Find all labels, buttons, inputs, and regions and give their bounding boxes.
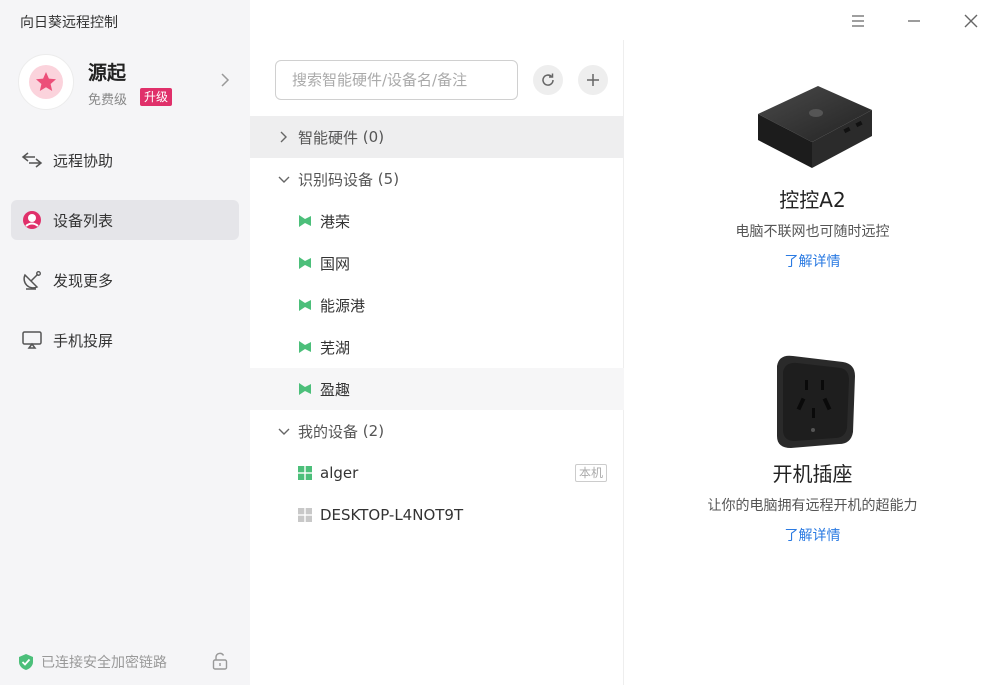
close-button[interactable]: [958, 8, 984, 34]
nav-item-screen-mirror[interactable]: 手机投屏: [11, 320, 239, 360]
nav-label: 远程协助: [53, 151, 114, 170]
group-label: 我的设备: [298, 422, 359, 441]
discover-icon: [21, 269, 43, 291]
promo-desc: 电脑不联网也可随时远控: [735, 224, 890, 240]
refresh-icon: [542, 73, 554, 86]
group-label: 智能硬件: [298, 128, 359, 147]
search-input[interactable]: [275, 60, 518, 100]
group-count: (0): [362, 128, 385, 146]
device-name: 芜湖: [320, 338, 351, 357]
box-device-image: [757, 86, 872, 168]
chevron-down-icon: [278, 428, 290, 435]
device-name: 能源港: [320, 296, 366, 315]
learn-more-link[interactable]: 了解详情: [785, 525, 841, 545]
refresh-button[interactable]: [533, 65, 563, 95]
device-name: 港荣: [320, 212, 351, 231]
group-count: (2): [362, 422, 385, 440]
chevron-right-icon[interactable]: [220, 72, 230, 88]
app-title: 向日葵远程控制: [20, 15, 118, 31]
nav-label: 设备列表: [53, 211, 114, 230]
user-tier: 免费级: [88, 93, 128, 108]
avatar[interactable]: [18, 54, 74, 110]
device-row[interactable]: alger 本机: [250, 452, 624, 494]
flag-icon: [299, 257, 311, 269]
upgrade-badge[interactable]: 升级: [140, 88, 173, 106]
promo-card-a2: 控控A2 电脑不联网也可随时远控 了解详情: [625, 80, 1000, 271]
group-count: (5): [377, 170, 400, 188]
nav-label: 发现更多: [53, 271, 114, 290]
flag-icon: [299, 383, 311, 395]
minimize-icon: [908, 20, 920, 22]
nav-label: 手机投屏: [53, 331, 114, 350]
group-label: 识别码设备: [298, 170, 374, 189]
add-device-button[interactable]: [578, 65, 608, 95]
plus-icon: [587, 74, 599, 86]
promo-title: 开机插座: [772, 462, 853, 486]
windows-icon: [298, 466, 312, 480]
device-name: DESKTOP-L4NOT9T: [320, 506, 464, 524]
flag-icon: [299, 215, 311, 227]
local-device-badge: 本机: [574, 464, 607, 482]
device-name: 盈趣: [320, 380, 351, 399]
device-row[interactable]: 港荣: [250, 200, 624, 242]
shield-check-icon: [19, 654, 33, 670]
close-icon: [964, 14, 978, 28]
smart-socket-image: [776, 355, 855, 448]
learn-more-link[interactable]: 了解详情: [785, 251, 841, 271]
user-profile[interactable]: 源起 免费级 升级: [18, 54, 238, 112]
flag-icon: [299, 299, 311, 311]
device-name: alger: [320, 464, 359, 482]
promo-card-socket: 开机插座 让你的电脑拥有远程开机的超能力 了解详情: [625, 350, 1000, 545]
promo-desc: 让你的电脑拥有远程开机的超能力: [707, 498, 918, 514]
device-row[interactable]: 国网: [250, 242, 624, 284]
chevron-right-icon: [280, 131, 287, 143]
sidebar: 向日葵远程控制 源起 免费级 升级 远程协助 设备列表 发现更多 手机投屏 已连…: [0, 0, 250, 685]
nav-item-device-list[interactable]: 设备列表: [11, 200, 239, 240]
minimize-button[interactable]: [901, 8, 927, 34]
user-name: 源起: [88, 62, 127, 84]
connection-status: 已连接安全加密链路: [18, 650, 233, 674]
hamburger-menu-icon: [852, 15, 864, 27]
unlock-icon[interactable]: [211, 652, 229, 670]
device-row[interactable]: 能源港: [250, 284, 624, 326]
device-row[interactable]: DESKTOP-L4NOT9T: [250, 494, 624, 536]
nav-item-remote-assist[interactable]: 远程协助: [11, 140, 239, 180]
screen-mirror-icon: [21, 329, 43, 351]
promo-title: 控控A2: [779, 188, 846, 212]
windows-icon: [298, 508, 312, 522]
group-my-devices[interactable]: 我的设备 (2): [250, 410, 624, 452]
group-smart-hardware[interactable]: 智能硬件 (0): [250, 116, 624, 158]
menu-button[interactable]: [845, 8, 871, 34]
device-name: 国网: [320, 254, 351, 273]
star-icon: [36, 72, 56, 91]
chevron-down-icon: [278, 176, 290, 183]
remote-assist-icon: [21, 149, 43, 171]
device-row[interactable]: 盈趣: [250, 368, 624, 410]
connection-status-text: 已连接安全加密链路: [41, 655, 167, 671]
device-list-icon: [21, 209, 43, 231]
group-idcode-devices[interactable]: 识别码设备 (5): [250, 158, 624, 200]
nav-item-discover[interactable]: 发现更多: [11, 260, 239, 300]
flag-icon: [299, 341, 311, 353]
device-row[interactable]: 芜湖: [250, 326, 624, 368]
device-panel: 智能硬件 (0) 识别码设备 (5) 港荣 国网 能源港 芜湖 盈趣 我: [250, 40, 624, 685]
